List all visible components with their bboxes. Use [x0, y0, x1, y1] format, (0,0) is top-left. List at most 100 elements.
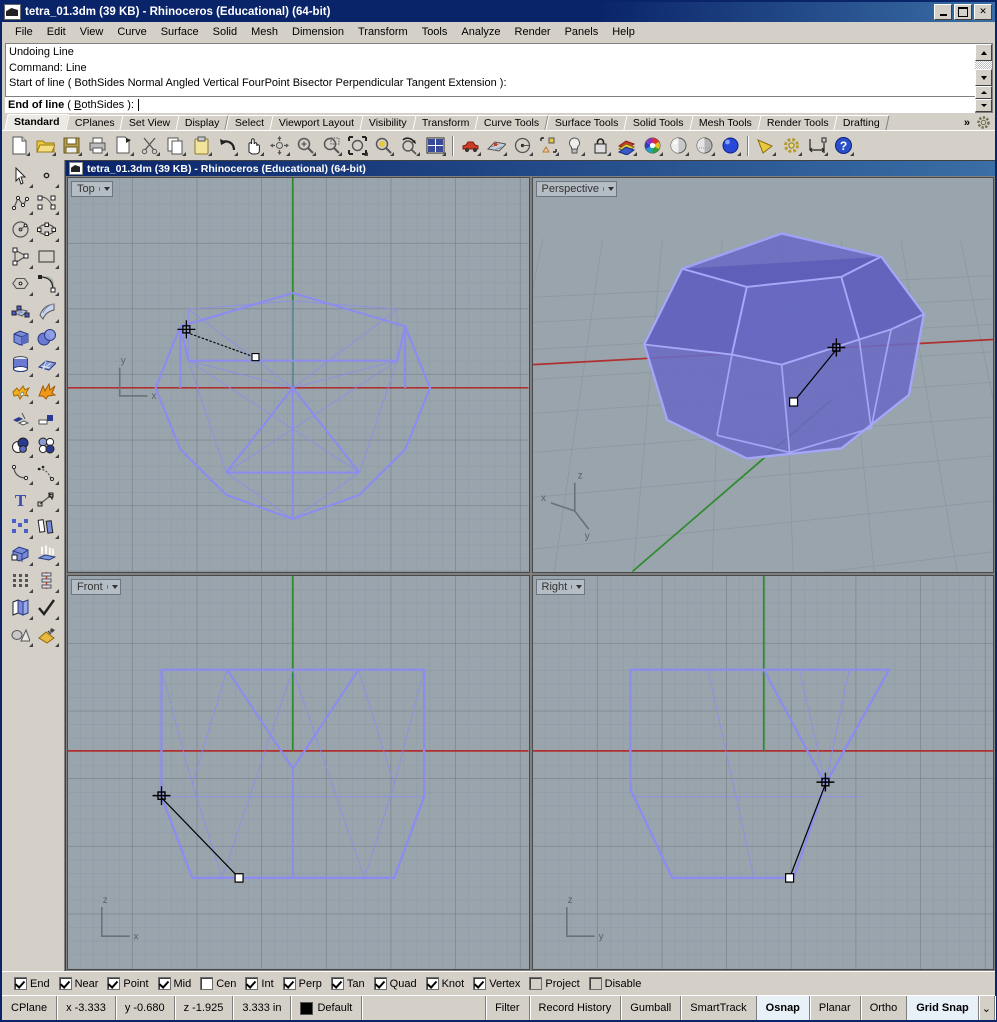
rectangle-icon[interactable]	[34, 244, 60, 270]
menu-item-help[interactable]: Help	[605, 24, 642, 40]
flyout-corner-icon[interactable]	[104, 152, 108, 156]
checkbox[interactable]	[425, 977, 439, 990]
control-point-curve-icon[interactable]	[34, 190, 60, 216]
flyout-corner-icon[interactable]	[529, 152, 533, 156]
viewport-top-label[interactable]: Top	[71, 181, 113, 197]
flyout-corner-icon[interactable]	[234, 152, 238, 156]
toolbar-tab-standard[interactable]: Standard	[4, 114, 70, 130]
flyout-corner-icon[interactable]	[737, 152, 741, 156]
zoom-in-icon[interactable]	[294, 134, 317, 157]
status-toggle-ortho[interactable]: Ortho	[861, 996, 908, 1020]
shade-sphere-icon[interactable]	[667, 134, 690, 157]
flyout-corner-icon[interactable]	[29, 508, 33, 512]
osnap-vertex[interactable]: Vertex	[469, 977, 524, 990]
flyout-corner-icon[interactable]	[850, 152, 854, 156]
flyout-corner-icon[interactable]	[55, 643, 59, 647]
checkbox[interactable]	[107, 977, 121, 990]
leader-icon[interactable]	[34, 487, 60, 513]
flyout-corner-icon[interactable]	[685, 152, 689, 156]
blend-curve-icon[interactable]	[34, 460, 60, 486]
checkbox[interactable]	[529, 977, 543, 990]
zoom-window-icon[interactable]	[320, 134, 343, 157]
osnap-perp[interactable]: Perp	[279, 977, 326, 990]
flyout-corner-icon[interactable]	[555, 152, 559, 156]
command-scrollbar[interactable]	[975, 43, 993, 113]
flyout-corner-icon[interactable]	[208, 152, 212, 156]
chevron-down-icon[interactable]	[106, 584, 118, 589]
osnap-knot[interactable]: Knot	[422, 977, 469, 990]
status-toggle-filter[interactable]: Filter	[486, 996, 530, 1020]
current-layer[interactable]: Default	[291, 996, 363, 1020]
polyline-icon[interactable]	[8, 190, 34, 216]
chevron-down-icon[interactable]	[98, 187, 110, 191]
flyout-corner-icon[interactable]	[182, 152, 186, 156]
checkbox[interactable]	[245, 977, 259, 990]
zoom-selected-icon[interactable]	[372, 134, 395, 157]
toolbar-tab-set-view[interactable]: Set View	[119, 115, 181, 130]
toolbar-tab-viewport-layout[interactable]: Viewport Layout	[269, 115, 364, 130]
copy-object-icon[interactable]	[8, 595, 34, 621]
checkbox[interactable]	[473, 977, 487, 990]
flyout-corner-icon[interactable]	[156, 152, 160, 156]
osnap-project[interactable]: Project	[525, 977, 583, 990]
osnap-near[interactable]: Near	[55, 977, 103, 990]
options-gear-icon[interactable]	[780, 134, 803, 157]
flyout-corner-icon[interactable]	[390, 152, 394, 156]
status-toggle-gumball[interactable]: Gumball	[621, 996, 682, 1020]
menu-item-panels[interactable]: Panels	[558, 24, 606, 40]
osnap-int[interactable]: Int	[241, 977, 277, 990]
checkbox[interactable]	[282, 977, 296, 990]
menu-item-surface[interactable]: Surface	[154, 24, 206, 40]
flyout-corner-icon[interactable]	[29, 400, 33, 404]
flyout-corner-icon[interactable]	[55, 346, 59, 350]
trim-icon[interactable]	[34, 406, 60, 432]
scrollbar-track[interactable]	[975, 61, 992, 69]
flyout-corner-icon[interactable]	[260, 152, 264, 156]
circle-icon[interactable]	[8, 217, 34, 243]
lock-icon[interactable]	[589, 134, 612, 157]
osnap-end[interactable]: End	[10, 977, 54, 990]
chevron-down-icon[interactable]	[602, 187, 614, 191]
osnap-mid[interactable]: Mid	[154, 977, 196, 990]
analyze-direction-icon[interactable]	[34, 568, 60, 594]
status-overflow[interactable]: ⌄	[979, 996, 995, 1020]
toolbar-tab-solid-tools[interactable]: Solid Tools	[623, 115, 694, 130]
flyout-corner-icon[interactable]	[29, 292, 33, 296]
flyout-corner-icon[interactable]	[312, 152, 316, 156]
toolbar-tab-surface-tools[interactable]: Surface Tools	[545, 115, 628, 130]
polygon-icon[interactable]	[8, 271, 34, 297]
flyout-corner-icon[interactable]	[29, 346, 33, 350]
surface-grid-icon[interactable]	[34, 352, 60, 378]
flyout-corner-icon[interactable]	[29, 616, 33, 620]
toolbar-tab-visibility[interactable]: Visibility	[359, 115, 417, 130]
sphere-boolean-icon[interactable]	[34, 325, 60, 351]
menu-item-analyze[interactable]: Analyze	[454, 24, 507, 40]
flyout-corner-icon[interactable]	[55, 211, 59, 215]
command-prompt-line[interactable]: End of line ( BothSides ):	[5, 97, 975, 113]
status-toggle-osnap[interactable]: Osnap	[756, 996, 810, 1020]
toolbar-tab-select[interactable]: Select	[225, 115, 274, 130]
select-arrow-icon[interactable]	[8, 163, 34, 189]
flyout-corner-icon[interactable]	[29, 238, 33, 242]
print-icon[interactable]	[86, 134, 109, 157]
toolbar-tab-cplanes[interactable]: CPlanes	[64, 115, 124, 130]
boolean-union-icon[interactable]	[8, 433, 34, 459]
flyout-corner-icon[interactable]	[55, 373, 59, 377]
close-button[interactable]: ✕	[974, 4, 992, 20]
flyout-corner-icon[interactable]	[824, 152, 828, 156]
render-mesh-icon[interactable]	[8, 622, 34, 648]
flyout-corner-icon[interactable]	[29, 481, 33, 485]
flyout-corner-icon[interactable]	[29, 319, 33, 323]
status-toggle-smarttrack[interactable]: SmartTrack	[681, 996, 757, 1020]
osnap-disable[interactable]: Disable	[585, 977, 646, 990]
flyout-corner-icon[interactable]	[286, 152, 290, 156]
flyout-corner-icon[interactable]	[29, 562, 33, 566]
status-toggle-grid-snap[interactable]: Grid Snap	[907, 996, 979, 1020]
flyout-corner-icon[interactable]	[55, 427, 59, 431]
menu-item-transform[interactable]: Transform	[351, 24, 415, 40]
checkbox[interactable]	[588, 977, 602, 990]
minimize-button[interactable]	[934, 4, 952, 20]
flyout-corner-icon[interactable]	[26, 152, 30, 156]
open-folder-icon[interactable]	[34, 134, 57, 157]
flyout-corner-icon[interactable]	[52, 152, 56, 156]
